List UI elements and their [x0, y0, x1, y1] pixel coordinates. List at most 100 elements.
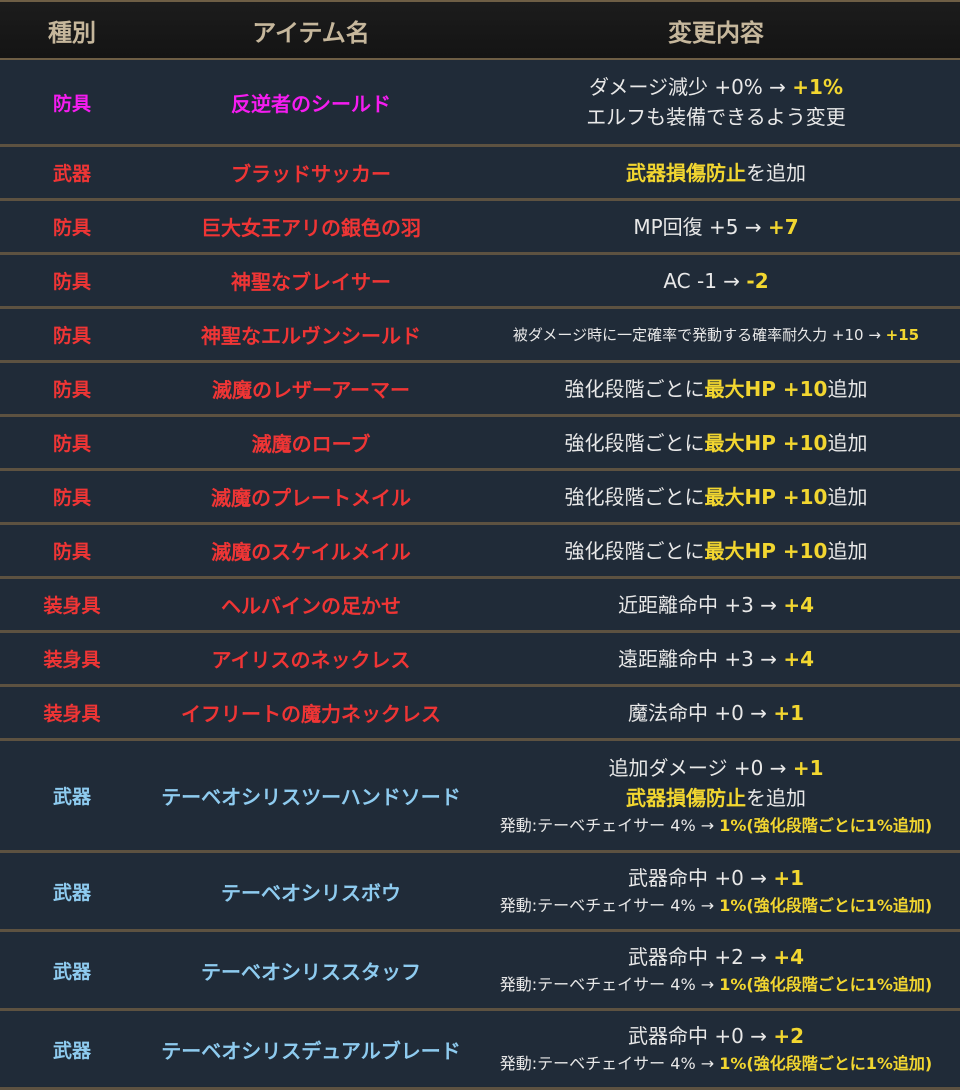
table-row: 防具 滅魔のローブ 強化段階ごとに最大HP +10追加 — [0, 417, 960, 471]
item-name: 神聖なエルヴンシールド — [201, 324, 421, 348]
item-type: 防具 — [52, 325, 91, 347]
change-text: AC -1 → — [663, 268, 747, 293]
highlight-text: 武器損傷防止 — [626, 785, 746, 810]
change-description: 近距離命中 +3 → +4 — [478, 590, 960, 620]
change-description: 武器命中 +0 → +2 発動:テーベチェイサー 4% → 1%(強化段階ごとに1… — [478, 1021, 960, 1077]
table-row: 装身具 ヘルバインの足かせ 近距離命中 +3 → +4 — [0, 579, 960, 633]
change-text: 追加 — [827, 538, 868, 563]
change-description: 武器損傷防止を追加 — [478, 158, 960, 188]
table-row: 装身具 イフリートの魔力ネックレス 魔法命中 +0 → +1 — [0, 687, 960, 741]
table-row: 防具 神聖なエルヴンシールド 被ダメージ時に一定確率で発動する確率耐久力 +10 →… — [0, 309, 960, 363]
table-row: 武器 テーベオシリスツーハンドソード 追加ダメージ +0 → +1 武器損傷防止を追加… — [0, 741, 960, 853]
change-line: MP回復 +5 → +7 — [478, 212, 954, 242]
item-type: 武器 — [52, 881, 91, 904]
highlight-text: 最大HP +10 — [704, 484, 828, 509]
change-description: 強化段階ごとに最大HP +10追加 — [478, 482, 960, 512]
table-row: 防具 反逆者のシールド ダメージ減少 +0% → +1% エルフも装備できるよう変更 — [0, 60, 960, 147]
highlight-text: 最大HP +10 — [704, 430, 828, 455]
change-line: 被ダメージ時に一定確率で発動する確率耐久力 +10 → +15 — [478, 320, 954, 350]
highlight-text: 最大HP +10 — [704, 376, 828, 401]
table-row: 装身具 アイリスのネックレス 遠距離命中 +3 → +4 — [0, 633, 960, 687]
item-name: テーベオシリスボウ — [221, 880, 401, 905]
change-text: 武器命中 +2 → — [628, 945, 774, 969]
change-text: 発動:テーベチェイサー 4% → — [499, 1054, 720, 1073]
item-name: 滅魔のプレートメイル — [211, 486, 411, 510]
change-line: 武器損傷防止を追加 — [478, 783, 954, 813]
change-line: 遠距離命中 +3 → +4 — [478, 644, 954, 674]
change-text: 発動:テーベチェイサー 4% → — [499, 896, 720, 915]
item-name: イフリートの魔力ネックレス — [181, 702, 441, 726]
change-line: 強化段階ごとに最大HP +10追加 — [478, 374, 954, 404]
change-description: 強化段階ごとに最大HP +10追加 — [478, 536, 960, 566]
change-text: 近距離命中 +3 → — [618, 592, 784, 617]
change-description: 武器命中 +2 → +4 発動:テーベチェイサー 4% → 1%(強化段階ごとに1… — [478, 942, 960, 998]
change-text: 強化段階ごとに — [564, 538, 705, 563]
item-name: 巨大女王アリの銀色の羽 — [201, 216, 421, 240]
change-line: 武器命中 +0 → +1 — [478, 863, 954, 893]
item-type: 武器 — [52, 1039, 91, 1062]
change-line: 近距離命中 +3 → +4 — [478, 590, 954, 620]
highlight-text: +4 — [783, 592, 814, 617]
item-name: テーベオシリスデュアルブレード — [161, 1038, 461, 1063]
item-type: 武器 — [52, 960, 91, 983]
item-type: 装身具 — [43, 595, 101, 617]
item-name: ヘルバインの足かせ — [221, 594, 401, 618]
change-text: 被ダメージ時に一定確率で発動する確率耐久力 +10 → — [512, 325, 886, 344]
table-row: 防具 巨大女王アリの銀色の羽 MP回復 +5 → +7 — [0, 201, 960, 255]
change-line: 武器命中 +2 → +4 — [478, 942, 954, 972]
item-type: 防具 — [52, 487, 91, 509]
table-row: 武器 ブラッドサッカー 武器損傷防止を追加 — [0, 147, 960, 201]
table-row: 武器 テーベオシリスデュアルブレード 武器命中 +0 → +2 発動:テーベチェイサー… — [0, 1011, 960, 1090]
change-text: 追加 — [827, 376, 868, 401]
highlight-text: +4 — [783, 646, 814, 671]
item-type: 防具 — [52, 92, 91, 115]
change-text: 遠距離命中 +3 → — [618, 646, 784, 671]
change-text: MP回復 +5 → — [633, 214, 768, 239]
highlight-text: 1%(強化段階ごとに1%追加) — [719, 1054, 933, 1073]
change-text: 発動:テーベチェイサー 4% → — [499, 815, 720, 835]
change-description: MP回復 +5 → +7 — [478, 212, 960, 242]
item-type: 武器 — [52, 163, 91, 185]
highlight-text: 1%(強化段階ごとに1%追加) — [719, 975, 933, 994]
item-type: 防具 — [52, 433, 91, 455]
change-text: 武器命中 +0 → — [628, 866, 774, 890]
change-line: ダメージ減少 +0% → +1% — [478, 72, 954, 102]
change-text: エルフも装備できるよう変更 — [586, 105, 846, 129]
item-type: 防具 — [52, 541, 91, 563]
change-line: 強化段階ごとに最大HP +10追加 — [478, 428, 954, 458]
item-type: 装身具 — [43, 703, 101, 725]
item-type: 防具 — [52, 379, 91, 401]
item-name: テーベオシリスツーハンドソード — [161, 785, 461, 809]
change-description: 追加ダメージ +0 → +1 武器損傷防止を追加 発動:テーベチェイサー 4% → … — [478, 753, 960, 839]
change-line: 魔法命中 +0 → +1 — [478, 698, 954, 728]
header-item-name: アイテム名 — [252, 18, 370, 47]
change-description: ダメージ減少 +0% → +1% エルフも装備できるよう変更 — [478, 72, 960, 132]
change-text: 強化段階ごとに — [564, 430, 705, 455]
table-row: 防具 滅魔のレザーアーマー 強化段階ごとに最大HP +10追加 — [0, 363, 960, 417]
highlight-text: +1% — [792, 75, 844, 99]
change-line: 発動:テーベチェイサー 4% → 1%(強化段階ごとに1%追加) — [478, 1051, 954, 1077]
table-row: 武器 テーベオシリスボウ 武器命中 +0 → +1 発動:テーベチェイサー 4% → … — [0, 853, 960, 932]
table-body: 防具 反逆者のシールド ダメージ減少 +0% → +1% エルフも装備できるよう変更武… — [0, 60, 960, 1090]
highlight-text: 最大HP +10 — [704, 538, 828, 563]
highlight-text: 武器損傷防止 — [626, 160, 746, 185]
change-text: 追加 — [827, 430, 868, 455]
item-name: 神聖なブレイサー — [231, 270, 391, 294]
change-text: 発動:テーベチェイサー 4% → — [499, 975, 720, 994]
change-line: 強化段階ごとに最大HP +10追加 — [478, 482, 954, 512]
table-header: 種別 アイテム名 変更内容 — [0, 2, 960, 60]
table-row: 防具 滅魔のスケイルメイル 強化段階ごとに最大HP +10追加 — [0, 525, 960, 579]
item-name: アイリスのネックレス — [211, 648, 411, 672]
item-type: 防具 — [52, 271, 91, 293]
change-line: 発動:テーベチェイサー 4% → 1%(強化段階ごとに1%追加) — [478, 813, 954, 839]
highlight-text: 1%(強化段階ごとに1%追加) — [719, 815, 933, 835]
highlight-text: +7 — [767, 214, 799, 239]
item-name: テーベオシリススタッフ — [201, 959, 421, 984]
header-change: 変更内容 — [668, 18, 764, 47]
item-name: 滅魔のレザーアーマー — [212, 378, 410, 402]
item-name: 滅魔のスケイルメイル — [211, 540, 411, 564]
change-line: 武器損傷防止を追加 — [478, 158, 954, 188]
item-type: 防具 — [52, 217, 91, 239]
change-line: 強化段階ごとに最大HP +10追加 — [478, 536, 954, 566]
item-name: ブラッドサッカー — [231, 162, 391, 186]
